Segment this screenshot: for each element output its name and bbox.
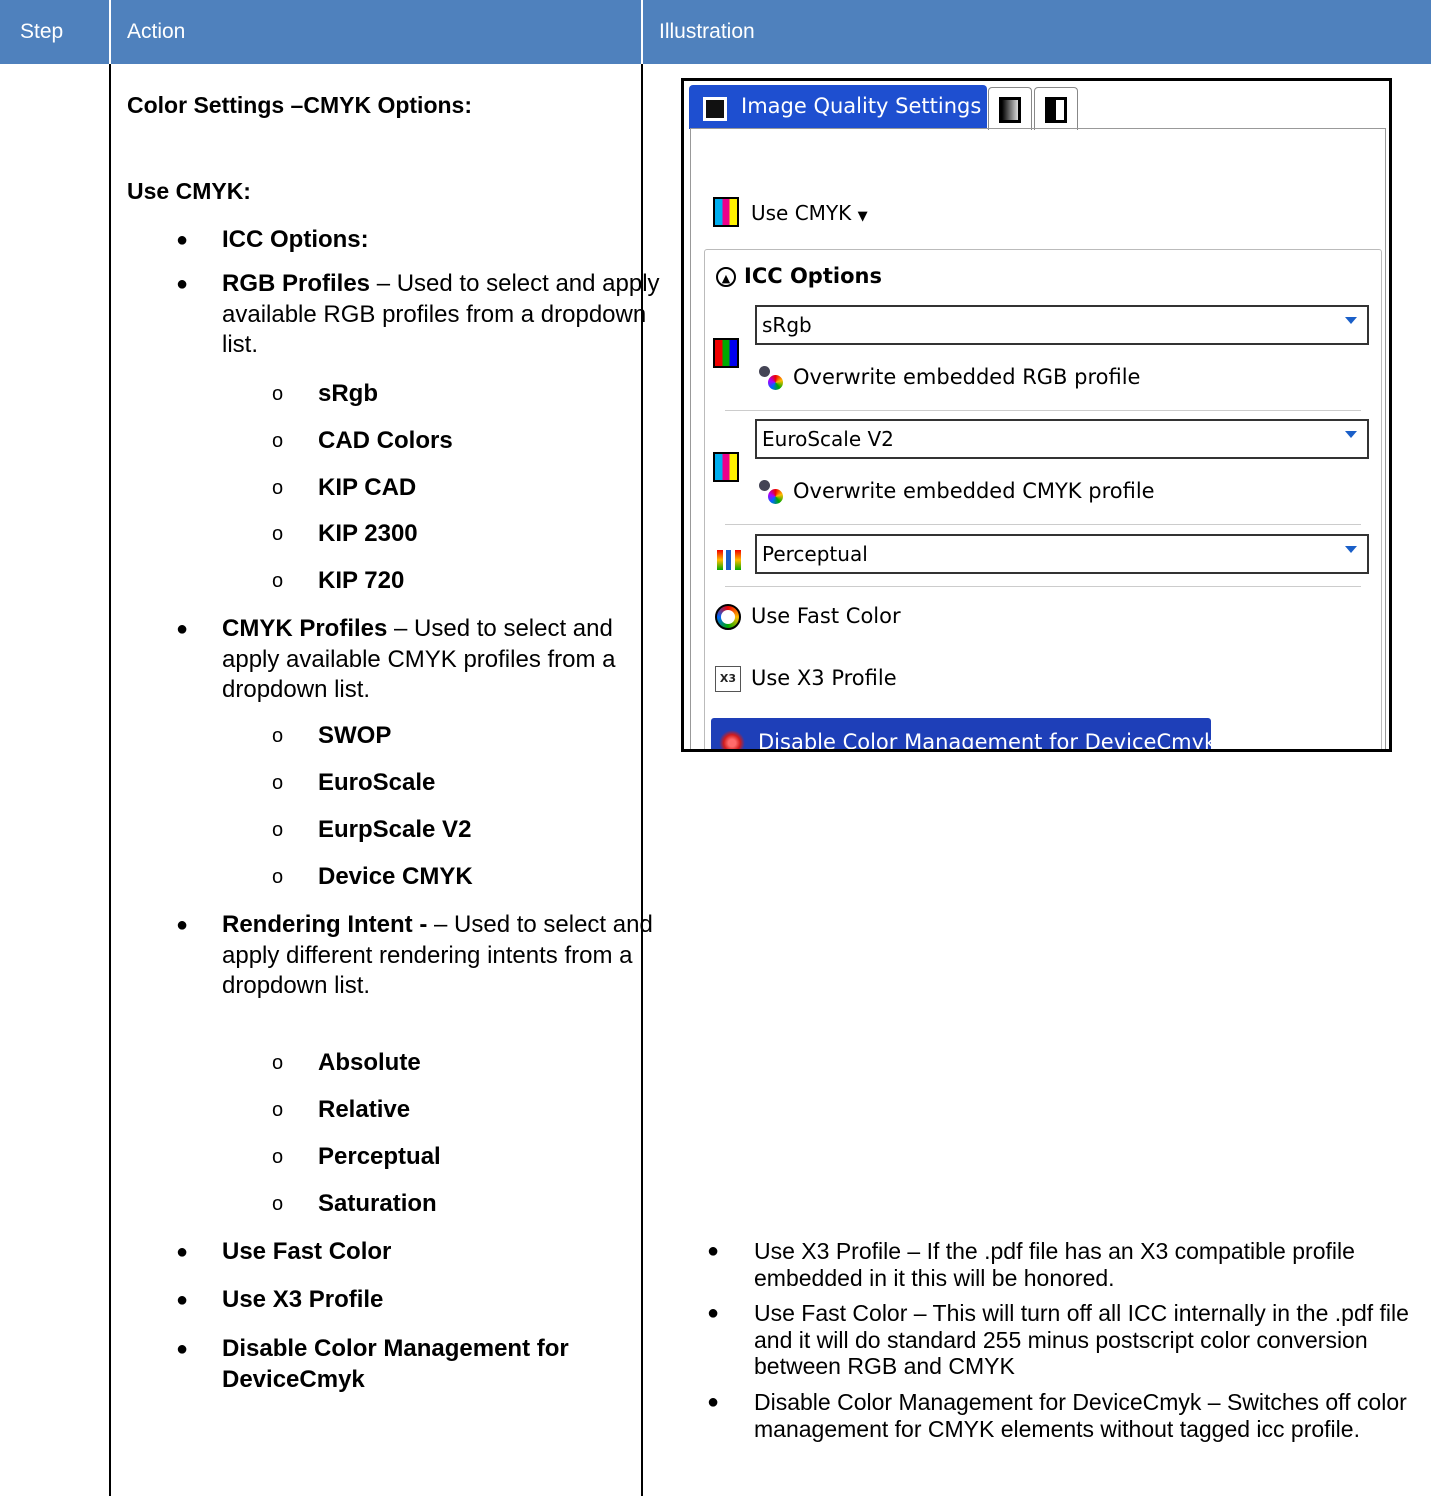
section-title: Color Settings –CMYK Options: [127, 92, 472, 118]
divider [725, 410, 1361, 411]
divider [725, 586, 1361, 587]
caret-down-icon: ▼ [857, 209, 868, 224]
gradient-icon [999, 97, 1021, 123]
icc-options-toggle[interactable]: ▲ ICC Options [716, 264, 882, 288]
image-quality-icon [703, 97, 727, 121]
overwrite-rgb-toggle[interactable]: Overwrite embedded RGB profile [759, 365, 1140, 390]
use-fast-color-toggle[interactable]: Use Fast Color [715, 604, 901, 630]
header-illustration: Illustration [659, 20, 755, 43]
overwrite-cmyk-toggle[interactable]: Overwrite embedded CMYK profile [759, 479, 1155, 504]
header-divider [109, 0, 111, 64]
chevron-down-icon [1345, 546, 1357, 553]
icc-options-group: ▲ ICC Options sRgb Overwrite embedded RGB… [704, 249, 1382, 749]
collapse-icon: ▲ [716, 267, 736, 287]
table-header: Step Action Illustration [0, 0, 1431, 64]
settings-screenshot: Image Quality Settings Use CMYK ▼ ▲ ICC O… [681, 78, 1392, 752]
rendering-intent-select[interactable]: Perceptual [755, 534, 1369, 574]
rgb-profile-select[interactable]: sRgb [755, 305, 1369, 345]
use-cmyk-dropdown[interactable]: Use CMYK ▼ [713, 197, 868, 231]
rgb-icon [713, 338, 739, 368]
tab-contrast[interactable] [1034, 87, 1078, 130]
disable-color-management-toggle[interactable]: Disable Color Management for DeviceCmyk [711, 718, 1216, 749]
chevron-down-icon [1345, 317, 1357, 324]
color-profile-icon [759, 366, 783, 390]
cmyk-icon [713, 197, 739, 227]
header-step: Step [20, 20, 64, 43]
cmyk-profile-select[interactable]: EuroScale V2 [755, 419, 1369, 459]
cmyk-icon [713, 452, 739, 482]
settings-panel: Use CMYK ▼ ▲ ICC Options sRgb Overwrite e… [690, 128, 1386, 749]
header-divider [641, 0, 643, 64]
column-divider-step [109, 0, 111, 1496]
rendering-intent-icon [717, 547, 745, 573]
x3-icon: X3 [715, 666, 741, 692]
divider [725, 524, 1361, 525]
use-x3-profile-toggle[interactable]: X3 Use X3 Profile [715, 666, 897, 692]
tab-gradient[interactable] [988, 87, 1032, 130]
tab-image-quality-settings[interactable]: Image Quality Settings [689, 85, 987, 129]
header-action: Action [127, 20, 186, 43]
color-management-icon [719, 730, 745, 749]
contrast-icon [1045, 97, 1067, 123]
chevron-down-icon [1345, 431, 1357, 438]
use-cmyk-heading: Use CMYK: [127, 178, 251, 204]
color-profile-icon [759, 480, 783, 504]
fast-color-icon [715, 604, 741, 630]
